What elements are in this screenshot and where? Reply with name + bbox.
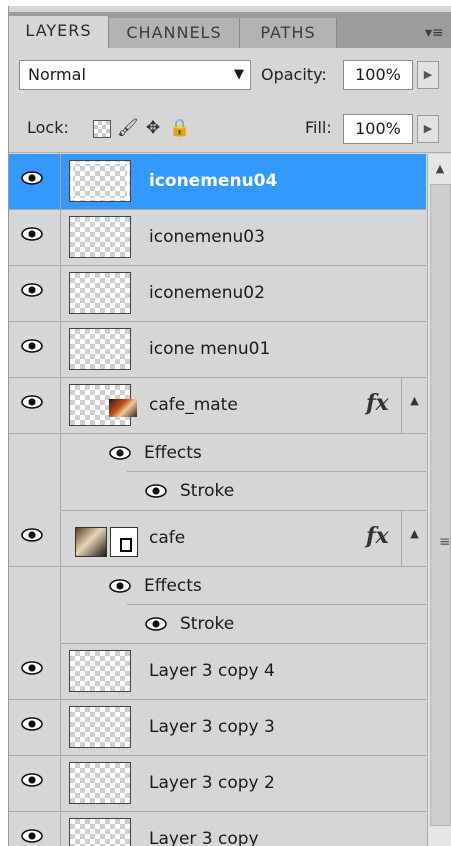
- resize-grip-icon[interactable]: ≡: [439, 534, 451, 550]
- layer-thumbnail[interactable]: [69, 706, 131, 748]
- effects-row[interactable]: Effects: [61, 567, 426, 605]
- fx-icon[interactable]: fx: [366, 523, 389, 549]
- opacity-field[interactable]: 100%: [343, 60, 413, 90]
- layer-thumbnail[interactable]: [69, 160, 131, 202]
- layer-thumbnail[interactable]: [69, 216, 131, 258]
- tab-channels[interactable]: CHANNELS: [109, 18, 240, 48]
- fill-slider-arrow-icon[interactable]: ▶: [417, 115, 439, 143]
- layer-name[interactable]: cafe: [149, 511, 185, 566]
- scroll-thumb[interactable]: [430, 184, 451, 826]
- visibility-cell[interactable]: [9, 322, 61, 377]
- layer-row[interactable]: Layer 3 copy 2: [9, 756, 426, 812]
- layer-row[interactable]: iconemenu04: [9, 154, 426, 210]
- layer-thumbnail[interactable]: [69, 818, 131, 846]
- effects-collapse-arrow-icon[interactable]: ▲: [401, 511, 427, 566]
- lock-row: Lock: 🖌 ✥ 🔒 Fill: 100% ▶: [9, 102, 451, 153]
- layer-thumbnail[interactable]: [69, 762, 131, 804]
- layer-thumbnail[interactable]: [69, 328, 131, 370]
- lock-transparent-pixels-icon[interactable]: [93, 120, 111, 138]
- visibility-cell[interactable]: [9, 266, 61, 321]
- layers-panel: LAYERS CHANNELS PATHS ▾≡ Normal ▼ Opacit…: [8, 6, 451, 846]
- eye-icon[interactable]: [21, 717, 43, 731]
- tab-layers[interactable]: LAYERS: [9, 16, 109, 48]
- eye-icon[interactable]: [21, 395, 43, 409]
- layer-name[interactable]: cafe_mate: [149, 378, 238, 433]
- eye-icon[interactable]: [21, 773, 43, 787]
- eye-icon[interactable]: [21, 661, 43, 675]
- lock-image-pixels-brush-icon[interactable]: 🖌: [117, 118, 139, 138]
- layer-row[interactable]: Layer 3 copy: [9, 812, 426, 846]
- tab-bar: LAYERS CHANNELS PATHS ▾≡: [9, 12, 451, 48]
- chevron-down-icon: ▼: [234, 67, 244, 82]
- effects-row[interactable]: Effects: [61, 434, 426, 472]
- fx-icon[interactable]: fx: [366, 390, 389, 416]
- layer-name[interactable]: icone menu01: [149, 322, 270, 377]
- effects-collapse-arrow-icon[interactable]: ▲: [401, 378, 427, 433]
- eye-icon[interactable]: [21, 171, 43, 185]
- blend-mode-value: Normal: [28, 65, 86, 84]
- layer-name[interactable]: Layer 3 copy 4: [149, 644, 275, 699]
- layer-row[interactable]: icone menu01: [9, 322, 426, 378]
- layer-name[interactable]: iconemenu03: [149, 210, 265, 265]
- stroke-effect-row[interactable]: Stroke: [61, 472, 426, 511]
- cafe-mask-thumbnail[interactable]: [110, 527, 138, 557]
- layer-name[interactable]: Layer 3 copy 3: [149, 700, 275, 755]
- opacity-label: Opacity:: [261, 65, 327, 84]
- eye-icon[interactable]: [109, 446, 131, 460]
- blend-mode-select[interactable]: Normal ▼: [19, 60, 251, 90]
- tab-paths[interactable]: PATHS: [240, 18, 337, 48]
- vertical-scrollbar[interactable]: ▲: [427, 154, 451, 846]
- visibility-cell[interactable]: [9, 154, 61, 209]
- blend-row: Normal ▼ Opacity: 100% ▶: [9, 48, 451, 98]
- layer-name[interactable]: iconemenu04: [149, 154, 277, 209]
- lock-all-padlock-icon[interactable]: 🔒: [169, 118, 190, 138]
- lock-position-move-icon[interactable]: ✥: [143, 118, 163, 138]
- scroll-up-arrow-icon[interactable]: ▲: [428, 154, 451, 184]
- cafe-mate-image-icon: [109, 399, 137, 417]
- stroke-label: Stroke: [180, 481, 235, 501]
- visibility-cell[interactable]: [9, 644, 61, 699]
- layer-row[interactable]: iconemenu02: [9, 266, 426, 322]
- layer-row[interactable]: iconemenu03: [9, 210, 426, 266]
- eye-icon[interactable]: [145, 484, 167, 498]
- fill-label: Fill:: [305, 118, 332, 137]
- stroke-label: Stroke: [180, 614, 235, 634]
- layer-row[interactable]: cafe_mate fx ▲: [9, 378, 427, 510]
- panel-menu-icon[interactable]: ▾≡: [425, 26, 444, 40]
- visibility-cell[interactable]: [9, 210, 61, 265]
- eye-icon[interactable]: [21, 528, 43, 542]
- lock-label: Lock:: [27, 118, 69, 137]
- layer-thumbnail[interactable]: [69, 272, 131, 314]
- fill-field[interactable]: 100%: [343, 114, 413, 144]
- layer-list: iconemenu04 iconemenu03 iconemenu02 icon…: [9, 154, 426, 846]
- layer-thumbnail[interactable]: [69, 650, 131, 692]
- visibility-cell[interactable]: [9, 812, 61, 846]
- eye-icon[interactable]: [21, 339, 43, 353]
- opacity-slider-arrow-icon[interactable]: ▶: [417, 61, 439, 89]
- layer-name[interactable]: Layer 3 copy 2: [149, 756, 275, 811]
- visibility-cell[interactable]: [9, 700, 61, 755]
- visibility-cell[interactable]: [9, 378, 61, 510]
- layer-name[interactable]: Layer 3 copy: [149, 812, 259, 846]
- effects-label: Effects: [144, 443, 202, 463]
- visibility-cell[interactable]: [9, 511, 61, 643]
- mask-shape-icon: [120, 538, 132, 552]
- layer-row[interactable]: Layer 3 copy 4: [9, 644, 426, 700]
- cafe-layer-thumbnail[interactable]: [75, 527, 107, 557]
- eye-icon[interactable]: [21, 283, 43, 297]
- eye-icon[interactable]: [109, 579, 131, 593]
- eye-icon[interactable]: [145, 617, 167, 631]
- stroke-effect-row[interactable]: Stroke: [61, 605, 426, 644]
- visibility-cell[interactable]: [9, 756, 61, 811]
- eye-icon[interactable]: [21, 227, 43, 241]
- eye-icon[interactable]: [21, 829, 43, 843]
- effects-label: Effects: [144, 576, 202, 596]
- layer-row[interactable]: Layer 3 copy 3: [9, 700, 426, 756]
- layer-row[interactable]: cafe fx ▲: [9, 511, 427, 643]
- layer-name[interactable]: iconemenu02: [149, 266, 265, 321]
